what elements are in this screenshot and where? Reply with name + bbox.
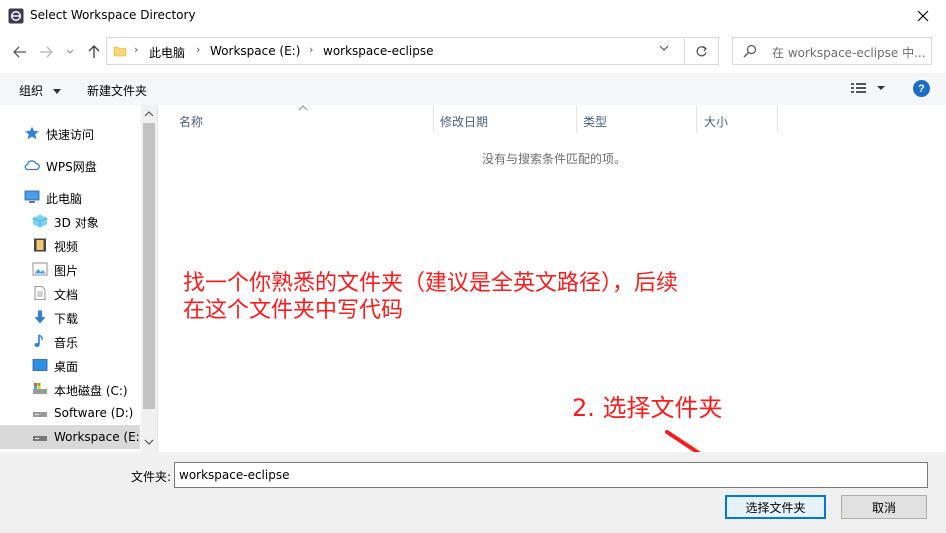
drive-icon [33, 412, 47, 417]
sidebar-item-quick-access[interactable]: 快速访问 [0, 121, 140, 145]
step-annotation: 2. 选择文件夹 [572, 394, 723, 422]
sidebar-item-music[interactable]: 音乐 [0, 329, 140, 353]
breadcrumb-workspace-drive[interactable]: Workspace (E:) [210, 44, 300, 58]
sidebar-item-label: 图片 [54, 264, 79, 278]
column-divider[interactable] [696, 105, 697, 133]
instruction-line-1: 找一个你熟悉的文件夹（建议是全英文路径），后续 [183, 271, 679, 296]
sidebar-item-videos[interactable]: 视频 [0, 233, 140, 257]
navigation-pane: 快速访问 WPS网盘 此电脑 3D 对象 视频 图片 文档 下载 音乐 桌面 本… [0, 105, 157, 452]
breadcrumb-workspace-eclipse[interactable]: workspace-eclipse [323, 44, 433, 58]
column-header-type[interactable]: 类型 [583, 113, 607, 130]
sidebar-item-label: 视频 [54, 240, 79, 254]
sidebar-item-documents[interactable]: 文档 [0, 281, 140, 305]
change-view-button[interactable] [851, 82, 887, 97]
drive-icon [33, 436, 47, 441]
command-bar: 组织 新建文件夹 [0, 73, 946, 105]
navigation-scrollbar[interactable] [141, 105, 157, 452]
caret-down-icon [52, 89, 61, 94]
sidebar-item-label: 桌面 [54, 360, 79, 374]
picture-icon [32, 262, 48, 276]
select-folder-button[interactable]: 选择文件夹 [725, 495, 826, 519]
details-view-icon [851, 83, 885, 93]
help-button[interactable]: ? [913, 80, 930, 97]
address-dropdown-icon[interactable] [659, 45, 669, 52]
close-icon [917, 10, 929, 21]
sidebar-item-label: 本地磁盘 (C:) [54, 384, 128, 398]
chevron-down-icon [66, 49, 74, 54]
scrollbar-thumb[interactable] [143, 123, 155, 409]
arrow-up-icon [88, 45, 100, 58]
sidebar-item-desktop[interactable]: 桌面 [0, 353, 140, 377]
download-icon [34, 310, 46, 324]
folder-name-field[interactable]: workspace-eclipse [174, 462, 928, 488]
forward-button[interactable] [37, 43, 55, 61]
refresh-button[interactable] [685, 37, 719, 65]
drive-icon [33, 383, 47, 394]
organize-menu[interactable]: 组织 [19, 82, 61, 99]
column-header-size[interactable]: 大小 [704, 113, 728, 130]
sort-up-icon [298, 105, 308, 111]
cloud-icon [24, 160, 40, 171]
scroll-down-icon [144, 439, 154, 445]
folder-icon [113, 46, 127, 57]
recent-locations-button[interactable] [64, 43, 76, 61]
address-bar[interactable]: › 此电脑 › Workspace (E:) › workspace-eclip… [106, 37, 685, 65]
sidebar-item-label: 音乐 [54, 336, 79, 350]
arrow-right-icon [40, 46, 53, 58]
close-button[interactable] [900, 0, 946, 31]
breadcrumb-separator: › [134, 43, 139, 56]
sidebar-item-label: 3D 对象 [54, 216, 99, 230]
sidebar-item-label: Software (D:) [54, 406, 134, 420]
breadcrumb-separator: › [309, 43, 314, 56]
empty-state-message: 没有与搜索条件匹配的项。 [482, 152, 627, 166]
sidebar-item-this-pc[interactable]: 此电脑 [0, 185, 140, 209]
sidebar-item-label: 此电脑 [46, 192, 83, 206]
back-button[interactable] [11, 43, 29, 61]
organize-label: 组织 [19, 84, 44, 98]
column-divider[interactable] [433, 105, 434, 133]
sidebar-item-label: WPS网盘 [46, 160, 97, 174]
star-icon [25, 126, 39, 140]
sidebar-item-label: 下载 [54, 312, 79, 326]
column-divider[interactable] [576, 105, 577, 133]
breadcrumb-separator: › [196, 43, 201, 56]
search-placeholder: 在 workspace-eclipse 中... [772, 46, 926, 60]
search-box[interactable]: 在 workspace-eclipse 中... [732, 37, 932, 65]
computer-icon [24, 190, 40, 203]
column-divider[interactable] [777, 105, 778, 133]
search-icon [743, 44, 757, 58]
music-icon [34, 334, 43, 347]
sidebar-item-downloads[interactable]: 下载 [0, 305, 140, 329]
arrow-left-icon [13, 46, 26, 58]
sidebar-item-drive-d[interactable]: Software (D:) [0, 401, 140, 425]
eclipse-icon [8, 8, 24, 24]
column-header-name[interactable]: 名称 [179, 113, 203, 130]
breadcrumb-this-pc[interactable]: 此电脑 [149, 44, 185, 61]
sidebar-item-wps-cloud[interactable]: WPS网盘 [0, 153, 140, 177]
sidebar-item-drive-e[interactable]: Workspace (E:) [0, 425, 144, 449]
desktop-icon [32, 359, 48, 371]
folder-label: 文件夹: [131, 470, 172, 484]
instruction-annotation: 找一个你熟悉的文件夹（建议是全英文路径），后续 在这个文件夹中写代码 [183, 270, 823, 324]
cube-icon [32, 214, 48, 228]
sidebar-item-label: Workspace (E:) [54, 430, 145, 444]
dialog-footer: 文件夹: workspace-eclipse 选择文件夹 取消 [0, 452, 946, 533]
up-button[interactable] [85, 43, 103, 61]
sidebar-item-pictures[interactable]: 图片 [0, 257, 140, 281]
cancel-button[interactable]: 取消 [841, 495, 927, 519]
instruction-line-2: 在这个文件夹中写代码 [183, 298, 404, 323]
column-header-date-modified[interactable]: 修改日期 [440, 113, 488, 130]
sidebar-item-drive-c[interactable]: 本地磁盘 (C:) [0, 377, 140, 401]
new-folder-button[interactable]: 新建文件夹 [87, 82, 147, 99]
title-bar: Select Workspace Directory [0, 0, 946, 31]
window-title: Select Workspace Directory [30, 8, 196, 22]
scroll-up-icon [144, 111, 154, 117]
video-icon [34, 238, 46, 252]
document-icon [34, 286, 46, 300]
sidebar-item-label: 快速访问 [46, 128, 95, 142]
sidebar-item-3d-objects[interactable]: 3D 对象 [0, 209, 140, 233]
sidebar-item-label: 文档 [54, 288, 79, 302]
refresh-icon [696, 45, 707, 56]
